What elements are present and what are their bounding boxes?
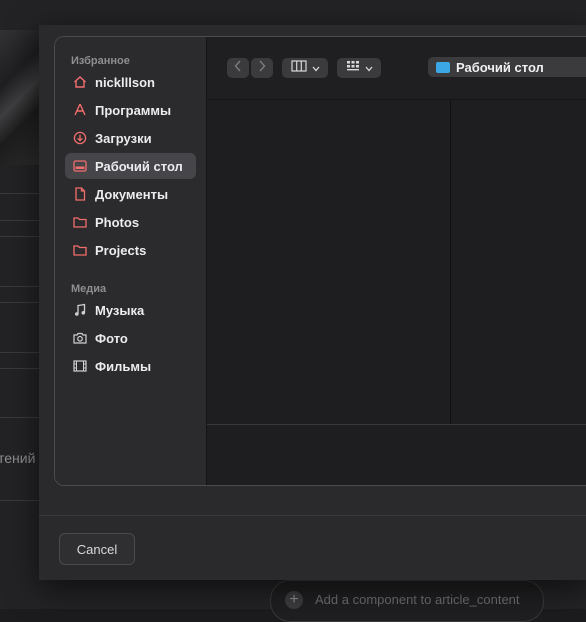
sidebar-item-label: Рабочий стол — [95, 158, 183, 174]
view-columns-button[interactable] — [282, 58, 328, 78]
folder-icon — [436, 61, 450, 73]
sidebar-item-photos[interactable]: Photos — [65, 209, 196, 235]
sidebar-item-applications[interactable]: Программы — [65, 97, 196, 123]
background-divider — [0, 220, 40, 221]
sidebar-item-downloads[interactable]: Загрузки — [65, 125, 196, 151]
sidebar-item-movies[interactable]: Фильмы — [65, 353, 196, 379]
background-divider — [0, 352, 40, 353]
sidebar-item-label: nicklllson — [95, 74, 155, 90]
sidebar-item-label: Фото — [95, 330, 128, 346]
sidebar-item-desktop[interactable]: Рабочий стол — [65, 153, 196, 179]
sidebar-item-label: Photos — [95, 214, 140, 230]
desktop-icon — [65, 160, 95, 172]
downloads-icon — [65, 131, 95, 145]
background-divider — [0, 193, 40, 194]
background-divider — [0, 286, 40, 287]
media-section-title: Медиа — [71, 283, 107, 295]
columns-view-icon — [290, 59, 307, 77]
add-component-label: Add a component to article_content — [315, 592, 520, 607]
sidebar-item-label: Документы — [95, 186, 169, 202]
add-component-button[interactable]: + Add a component to article_content — [270, 580, 544, 622]
sheet-divider — [39, 515, 586, 516]
sidebar-item-projects[interactable]: Projects — [65, 237, 196, 263]
sidebar-item-label: Projects — [95, 242, 147, 258]
sidebar-item-documents[interactable]: Документы — [65, 181, 196, 207]
chevron-down-icon — [365, 59, 373, 77]
document-icon — [65, 187, 95, 201]
chevron-left-icon — [234, 59, 242, 77]
cancel-button[interactable]: Cancel — [59, 533, 135, 565]
folder-icon — [65, 216, 95, 228]
sidebar-item-label: Музыка — [95, 302, 145, 318]
group-by-button[interactable] — [337, 58, 381, 78]
home-icon — [65, 75, 95, 89]
applications-icon — [65, 103, 95, 117]
sidebar-item-home[interactable]: nicklllson — [65, 69, 196, 95]
sidebar-item-photo[interactable]: Фото — [65, 325, 196, 351]
forward-button[interactable] — [251, 58, 273, 78]
back-button[interactable] — [227, 58, 249, 78]
sidebar: Избранное nicklllson Программы Загрузки … — [55, 37, 207, 485]
chevron-right-icon — [258, 59, 266, 77]
chevron-down-icon — [312, 59, 320, 77]
background-divider — [0, 236, 40, 237]
favorites-section-title: Избранное — [71, 55, 130, 67]
file-columns[interactable] — [207, 100, 586, 485]
background-divider — [0, 368, 40, 369]
location-label: Рабочий стол — [456, 59, 544, 75]
background-divider — [0, 500, 40, 501]
plus-icon: + — [285, 591, 303, 609]
background-field-label: тений — [0, 450, 36, 466]
folder-icon — [65, 244, 95, 256]
sidebar-item-label: Программы — [95, 102, 172, 118]
grid-icon — [346, 59, 360, 77]
background-divider — [0, 302, 40, 303]
film-icon — [65, 360, 95, 372]
location-popup[interactable]: Рабочий стол — [428, 57, 586, 77]
sidebar-item-label: Загрузки — [95, 130, 152, 146]
background-divider — [0, 417, 40, 418]
file-browser: Избранное nicklllson Программы Загрузки … — [54, 36, 586, 486]
preview-divider — [207, 424, 586, 425]
music-icon — [65, 303, 95, 317]
toolbar: Рабочий стол — [207, 37, 586, 100]
sidebar-item-music[interactable]: Музыка — [65, 297, 196, 323]
column-divider[interactable] — [450, 100, 451, 424]
camera-icon — [65, 332, 95, 344]
sidebar-item-label: Фильмы — [95, 358, 152, 374]
